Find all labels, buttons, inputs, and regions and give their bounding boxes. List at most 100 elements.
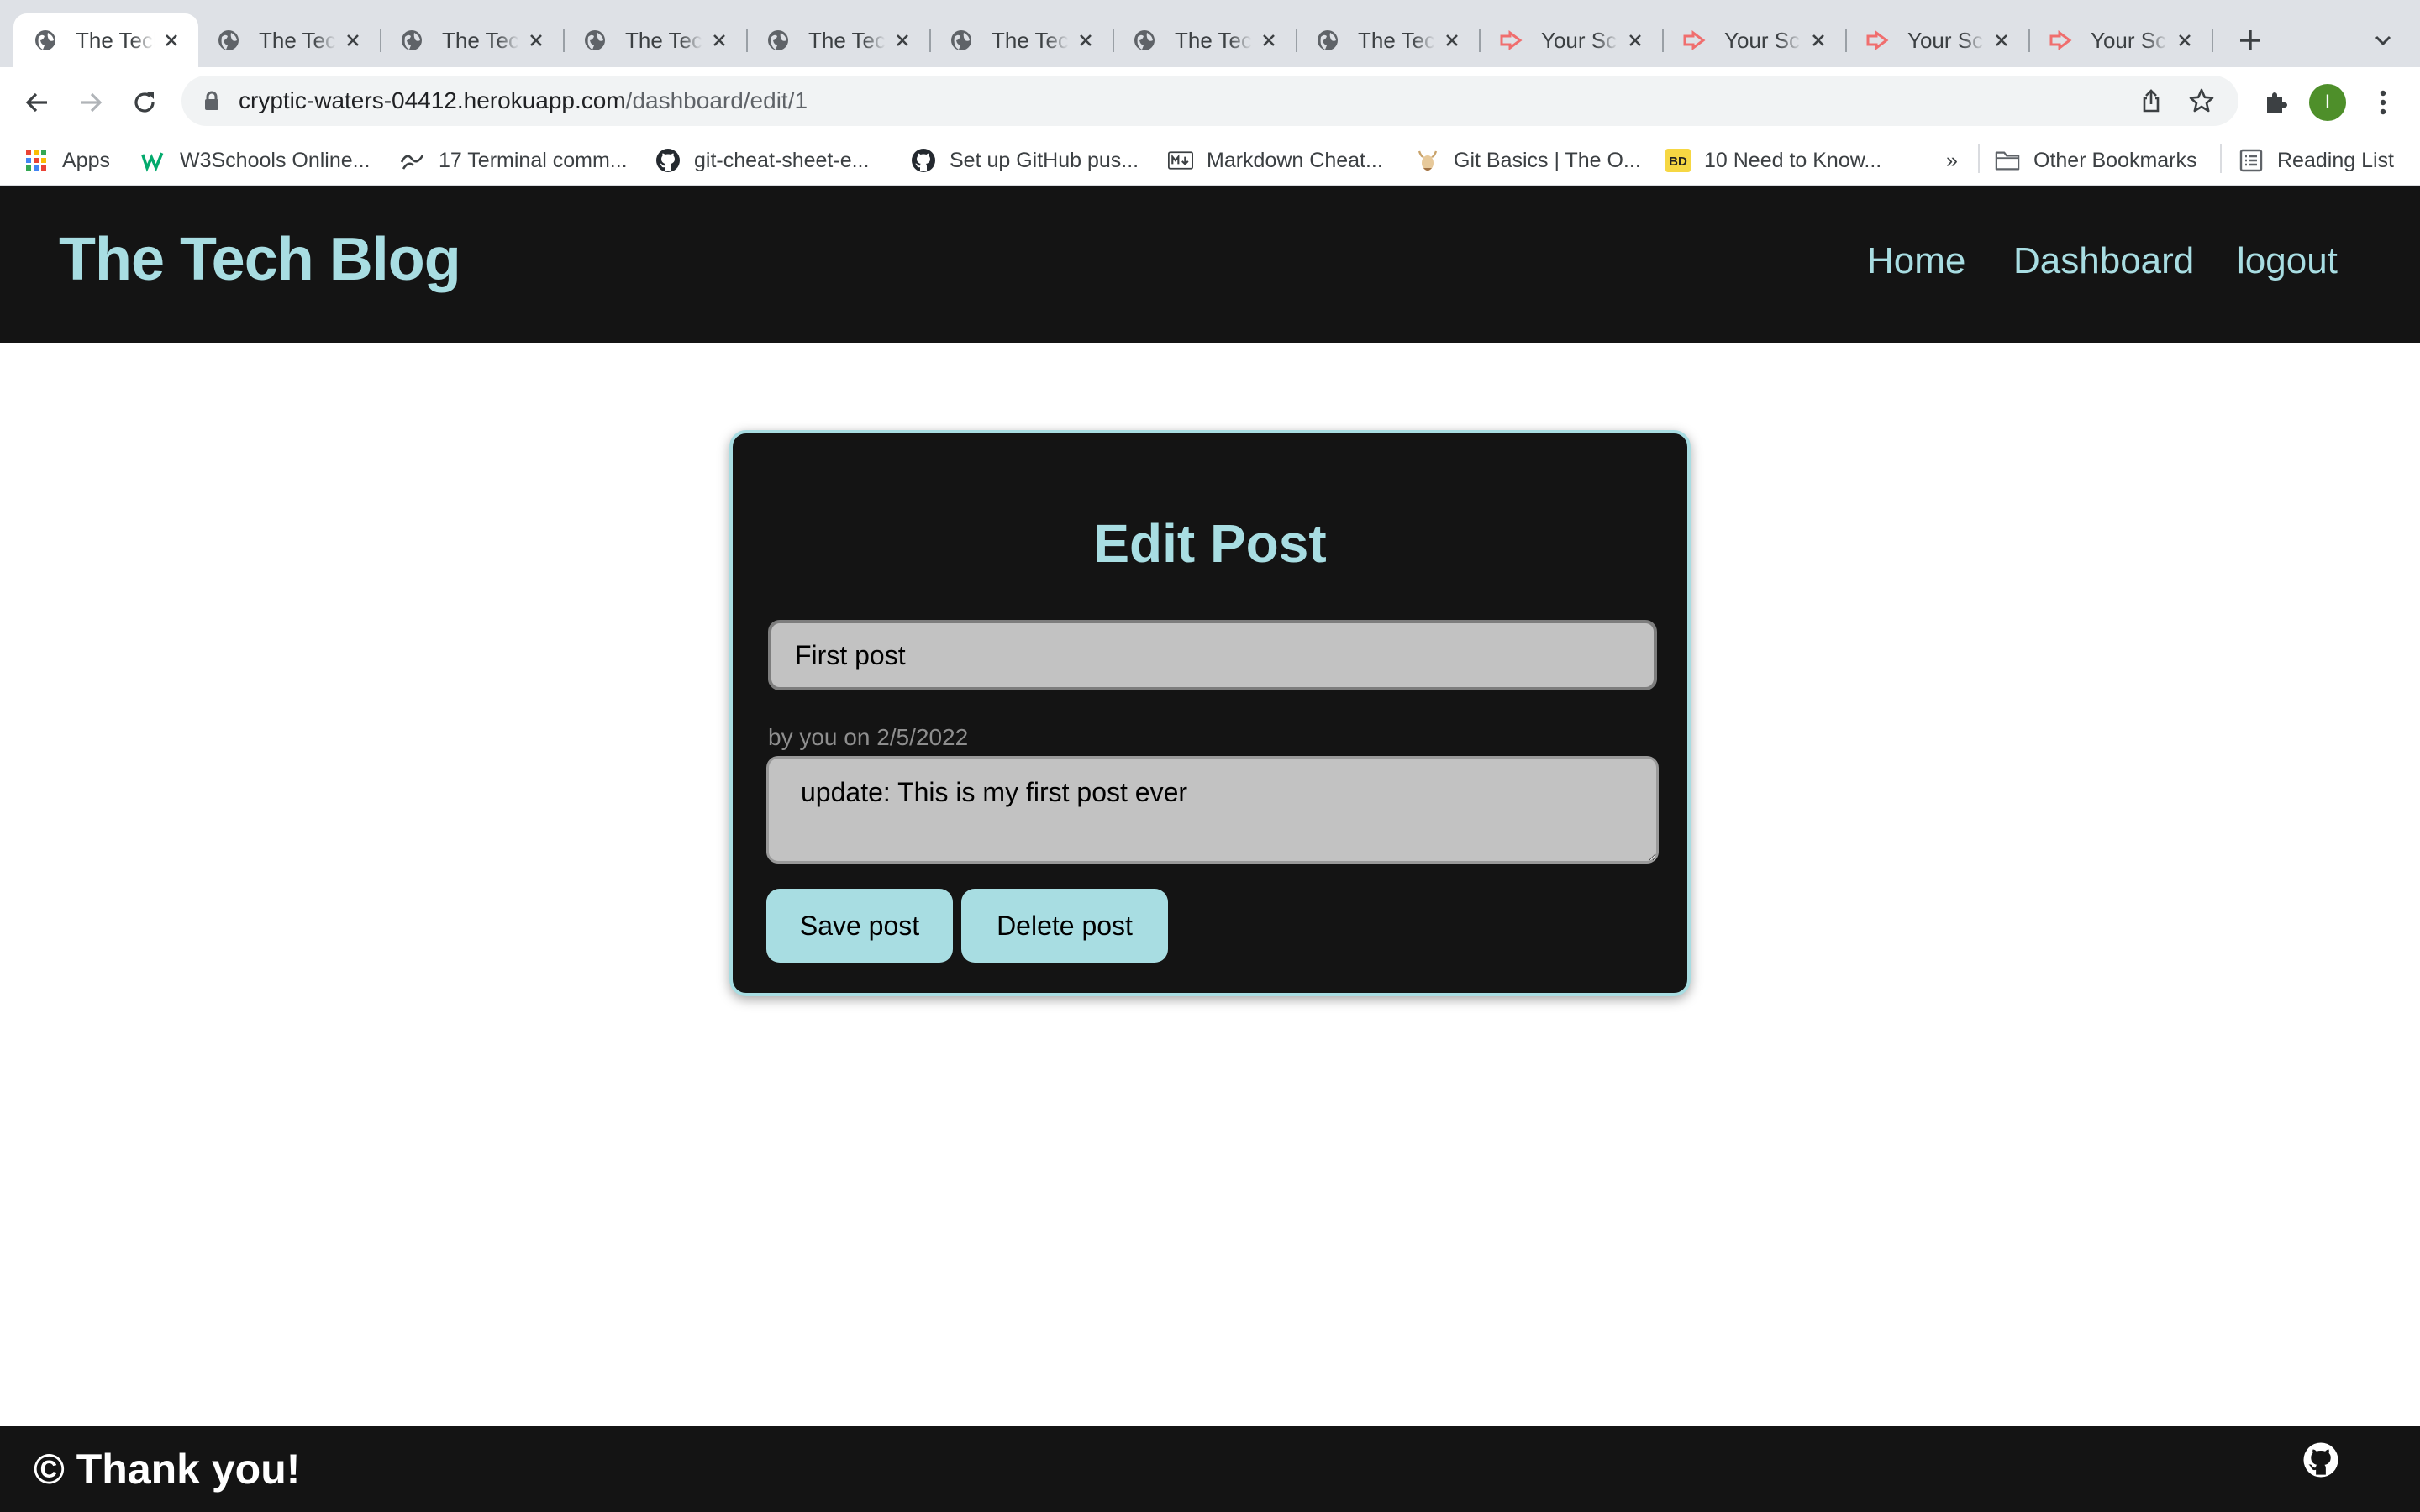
browser-menu-button[interactable]	[2363, 82, 2403, 123]
close-icon[interactable]	[1988, 27, 2015, 54]
globe-icon	[950, 29, 973, 52]
tab-divider	[2212, 29, 2213, 52]
lock-icon	[205, 91, 218, 110]
more-vertical-icon	[2380, 90, 2386, 115]
browser-tab[interactable]: The Tech Blog	[929, 13, 1113, 67]
globe-icon	[1133, 29, 1156, 52]
browser-tab[interactable]: The Tech Blog	[1296, 13, 1479, 67]
browser-tab[interactable]: The Tech Blog	[380, 13, 563, 67]
markdown-icon	[1168, 148, 1193, 173]
browser-tab[interactable]: The Tech Blog	[563, 13, 746, 67]
close-icon[interactable]	[2171, 27, 2198, 54]
site-footer: © Thank you!	[0, 1426, 2420, 1512]
new-tab-button[interactable]	[2233, 24, 2267, 57]
tab-title: The Tech Blog	[1175, 27, 1252, 53]
site-title[interactable]: The Tech Blog	[59, 225, 461, 294]
back-button[interactable]	[17, 82, 57, 123]
reading-list[interactable]: Reading List	[2238, 144, 2394, 176]
avatar[interactable]: I	[2309, 84, 2346, 121]
reload-button[interactable]	[124, 82, 165, 123]
save-post-button[interactable]: Save post	[766, 889, 953, 963]
extensions-button[interactable]	[2255, 82, 2296, 123]
other-bookmarks-label: Other Bookmarks	[2033, 148, 2197, 172]
odin-icon	[1415, 148, 1440, 173]
browser-tab[interactable]: The Tech Blog	[197, 13, 380, 67]
star-icon	[2189, 88, 2214, 113]
github-icon[interactable]	[2302, 1441, 2339, 1478]
reading-list-label: Reading List	[2277, 148, 2394, 172]
post-title-input[interactable]	[768, 620, 1657, 690]
puzzle-icon	[2267, 92, 2287, 113]
close-icon[interactable]	[1255, 27, 1282, 54]
bookmarks-overflow-button[interactable]: »	[1946, 144, 1958, 176]
browser-tab[interactable]: The Tech Blog	[746, 13, 929, 67]
browser-tab-strip: The Tech Blog The Tech Blog The Tech Blo…	[0, 0, 2420, 67]
bookmark-w3schools[interactable]: W3Schools Online...	[141, 144, 371, 176]
tab-title: The Tech Blog	[808, 27, 886, 53]
bookmark-star-button[interactable]	[2186, 86, 2217, 116]
url-text[interactable]: cryptic-waters-04412.herokuapp.com/dashb…	[239, 87, 808, 114]
overflow-label: »	[1946, 148, 1958, 172]
tab-search-button[interactable]	[2368, 25, 2398, 55]
browser-tab[interactable]: Your Screencastify Video	[1479, 13, 1662, 67]
chevron-down-icon	[2375, 35, 2391, 46]
reload-icon	[134, 92, 155, 113]
close-icon[interactable]	[1439, 27, 1465, 54]
browser-tab[interactable]: The Tech Blog	[13, 13, 198, 67]
bookmark-github-push[interactable]: Set up GitHub pus...	[911, 144, 1139, 176]
delete-post-button[interactable]: Delete post	[961, 889, 1168, 963]
close-icon[interactable]	[339, 27, 366, 54]
globe-icon	[217, 29, 240, 52]
globe-icon	[1316, 29, 1339, 52]
other-bookmarks[interactable]: Other Bookmarks	[1995, 144, 2197, 176]
bookmark-markdown[interactable]: Markdown Cheat...	[1168, 144, 1383, 176]
github-icon	[655, 148, 681, 173]
bookmark-label: Set up GitHub pus...	[950, 148, 1139, 172]
bookmark-git-basics[interactable]: Git Basics | The O...	[1415, 144, 1641, 176]
browser-tab[interactable]: The Tech Blog	[1113, 13, 1296, 67]
forward-button[interactable]	[71, 82, 111, 123]
edit-post-heading: Edit Post	[1093, 513, 1327, 574]
nav-home-link[interactable]: Home	[1867, 240, 1965, 282]
close-icon[interactable]	[523, 27, 550, 54]
folder-icon	[1995, 148, 2020, 173]
nav-logout-link[interactable]: logout	[2237, 240, 2338, 282]
github-icon	[911, 148, 936, 173]
browser-tab[interactable]: Your Screencastify Video	[1845, 13, 2028, 67]
arrow-left-icon	[25, 92, 47, 113]
browser-tab[interactable]: Your Screencastify Video	[2028, 13, 2212, 67]
bookmark-git-cheat-sheet[interactable]: git-cheat-sheet-e...	[655, 144, 869, 176]
close-icon[interactable]	[1072, 27, 1099, 54]
close-icon[interactable]	[1622, 27, 1649, 54]
screencastify-icon	[1865, 29, 1889, 52]
address-bar[interactable]: cryptic-waters-04412.herokuapp.com/dashb…	[182, 76, 2238, 126]
globe-icon	[400, 29, 424, 52]
close-icon[interactable]	[889, 27, 916, 54]
site-header: The Tech Blog Home Dashboard logout	[0, 186, 2420, 343]
bookmark-label: Apps	[62, 148, 110, 172]
close-icon[interactable]	[706, 27, 733, 54]
tab-title: The Tech Blog	[442, 27, 519, 53]
bookmark-terminal[interactable]: 17 Terminal comm...	[400, 144, 628, 176]
reading-list-icon	[2238, 148, 2264, 173]
bookmark-label: 10 Need to Know...	[1704, 148, 1882, 172]
screencastify-icon	[2049, 29, 2072, 52]
share-button[interactable]	[2136, 86, 2166, 116]
bookmark-label: Git Basics | The O...	[1454, 148, 1641, 172]
close-icon[interactable]	[1805, 27, 1832, 54]
bookmark-need-to-know[interactable]: BD 10 Need to Know...	[1665, 144, 1881, 176]
bookmark-divider	[2220, 144, 2222, 173]
bookmark-apps[interactable]: Apps	[24, 144, 110, 176]
nav-dashboard-link[interactable]: Dashboard	[2013, 240, 2194, 282]
tab-title: Your Screencastify Video	[1907, 27, 1985, 53]
bookmark-label: git-cheat-sheet-e...	[694, 148, 870, 172]
close-icon[interactable]	[158, 27, 185, 54]
url-host: cryptic-waters-04412.herokuapp.com	[239, 87, 626, 113]
browser-tab[interactable]: Your Screencastify Video	[1662, 13, 1845, 67]
globe-icon	[766, 29, 790, 52]
bookmark-label: 17 Terminal comm...	[439, 148, 628, 172]
tab-title: The Tech Blog	[1358, 27, 1435, 53]
tab-title: The Tech Blog	[992, 27, 1069, 53]
post-body-textarea[interactable]: update: This is my first post ever	[766, 756, 1659, 864]
tab-title: The Tech Blog	[259, 27, 336, 53]
